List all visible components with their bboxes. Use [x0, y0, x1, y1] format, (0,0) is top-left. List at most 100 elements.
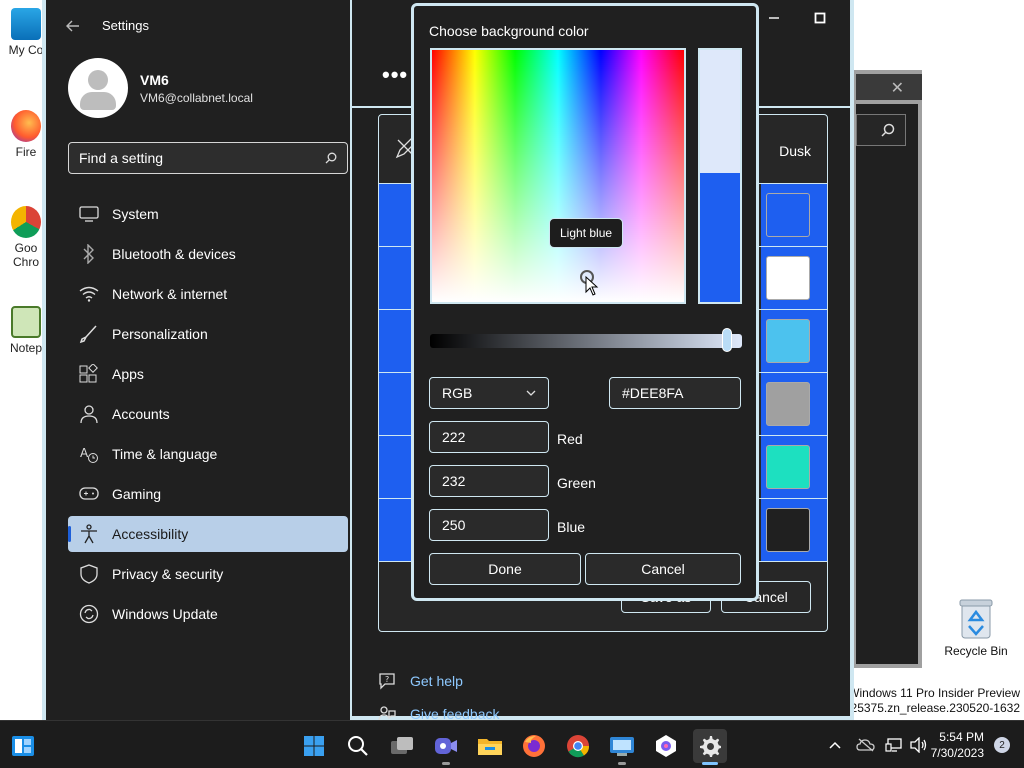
color-swatch-selected-text[interactable] — [766, 445, 810, 489]
onedrive-button[interactable] — [851, 738, 881, 752]
firefox-icon — [11, 110, 41, 142]
chrome-button[interactable] — [561, 729, 595, 763]
system-tray: 5:54 PM 7/30/2023 2 — [819, 721, 1024, 768]
windows-start-icon — [304, 736, 324, 756]
sidebar-item-label: Network & internet — [112, 286, 228, 302]
sidebar-item-personalization[interactable]: Personalization — [68, 316, 348, 352]
ethernet-icon — [885, 738, 902, 752]
clock[interactable]: 5:54 PM 7/30/2023 — [931, 729, 984, 761]
brightness-slider[interactable] — [430, 334, 742, 348]
color-swatch-text[interactable] — [766, 193, 810, 237]
chrome-icon — [567, 735, 590, 758]
sidebar-item-label: Time & language — [112, 446, 218, 462]
sidebar-item-label: Personalization — [112, 326, 208, 342]
back-arrow-icon[interactable] — [66, 20, 80, 32]
watermark-line: Windows 11 Pro Insider Preview — [848, 686, 1020, 700]
cancel-button[interactable]: Cancel — [585, 553, 741, 585]
sidebar-item-label: System — [112, 206, 159, 222]
show-hidden-icons-button[interactable] — [819, 741, 851, 749]
settings-taskbar-button[interactable] — [693, 729, 727, 765]
sidebar-item-accounts[interactable]: Accounts — [68, 396, 348, 432]
taskbar: 5:54 PM 7/30/2023 2 — [0, 720, 1024, 768]
get-help-label: Get help — [410, 672, 463, 689]
sidebar-item-network[interactable]: Network & internet — [68, 276, 348, 312]
search-icon — [881, 123, 895, 137]
minimize-button[interactable] — [764, 8, 784, 28]
mouse-cursor-icon — [585, 276, 599, 296]
bluetooth-icon — [78, 243, 100, 265]
sidebar-item-time-language[interactable]: A Time & language — [68, 436, 348, 472]
teams-button[interactable] — [429, 729, 463, 765]
green-input[interactable]: 232 — [429, 465, 549, 497]
brush-icon — [78, 323, 100, 345]
sidebar-item-apps[interactable]: Apps — [68, 356, 348, 392]
color-mode-dropdown[interactable]: RGB — [429, 377, 549, 409]
task-view-icon — [391, 737, 413, 754]
task-view-button[interactable] — [385, 729, 419, 763]
background-window-titlebar[interactable]: ✕ — [856, 74, 922, 104]
file-explorer-button[interactable] — [473, 729, 507, 763]
more-options-button[interactable]: ••• — [382, 62, 408, 88]
firefox-button[interactable] — [517, 729, 551, 763]
user-profile[interactable]: VM6 VM6@collabnet.local — [68, 58, 253, 118]
blue-value: 250 — [442, 517, 466, 533]
blue-label: Blue — [557, 519, 586, 535]
background-window-search[interactable] — [856, 114, 906, 146]
sidebar-item-label: Windows Update — [112, 606, 218, 622]
red-input[interactable]: 222 — [429, 421, 549, 453]
control-panel-button[interactable] — [605, 729, 639, 765]
sidebar-item-bluetooth[interactable]: Bluetooth & devices — [68, 236, 348, 272]
notification-badge[interactable]: 2 — [994, 737, 1010, 753]
chrome-icon — [11, 206, 41, 238]
running-indicator — [618, 762, 626, 765]
brightness-slider-thumb[interactable] — [722, 328, 732, 352]
get-help-link[interactable]: ? Get help — [378, 664, 500, 697]
sidebar-item-accessibility[interactable]: Accessibility — [68, 516, 348, 552]
network-button[interactable] — [881, 737, 907, 753]
done-button[interactable]: Done — [429, 553, 581, 585]
window-title: Settings — [102, 18, 149, 33]
color-spectrum[interactable]: Light blue — [430, 48, 686, 304]
widgets-icon — [12, 736, 34, 756]
hex-input[interactable]: #DEE8FA — [609, 377, 741, 409]
background-window[interactable]: ✕ — [852, 70, 922, 668]
sidebar-item-label: Apps — [112, 366, 144, 382]
copilot-button[interactable] — [649, 729, 683, 763]
close-icon[interactable]: ✕ — [891, 78, 904, 98]
blue-input[interactable]: 250 — [429, 509, 549, 541]
settings-gear-icon — [700, 736, 721, 757]
color-swatch-hyperlink[interactable] — [766, 319, 810, 363]
widgets-button[interactable] — [6, 729, 40, 763]
close-icon — [860, 12, 872, 24]
close-button[interactable] — [856, 8, 876, 28]
recycle-bin-icon — [959, 598, 993, 640]
red-value: 222 — [442, 429, 466, 445]
os-watermark: Windows 11 Pro Insider Preview d 25375.z… — [841, 686, 1020, 716]
search-icon — [325, 152, 337, 164]
sidebar-item-system[interactable]: System — [68, 196, 348, 232]
volume-button[interactable] — [907, 737, 931, 753]
color-swatch-background[interactable] — [766, 256, 810, 300]
sidebar-item-gaming[interactable]: Gaming — [68, 476, 348, 512]
chevron-down-icon — [526, 390, 536, 396]
settings-nav: System Bluetooth & devices Network & int… — [68, 196, 348, 636]
color-swatch-button-text[interactable] — [766, 508, 810, 552]
new-color-preview — [700, 50, 740, 174]
search-button[interactable] — [341, 729, 375, 763]
maximize-button[interactable] — [810, 8, 830, 28]
sidebar-item-privacy[interactable]: Privacy & security — [68, 556, 348, 592]
color-swatch-inactive-text[interactable] — [766, 382, 810, 426]
settings-titlebar: Settings — [66, 18, 149, 33]
color-picker-dialog: Choose background color Light blue RGB #… — [411, 3, 759, 601]
start-button[interactable] — [297, 729, 331, 763]
sidebar-item-label: Accessibility — [112, 526, 189, 542]
sidebar-item-windows-update[interactable]: Windows Update — [68, 596, 348, 632]
globe-clock-icon: A — [78, 443, 100, 465]
hex-value: #DEE8FA — [622, 385, 684, 401]
find-setting-input[interactable]: Find a setting — [68, 142, 348, 174]
profile-email: VM6@collabnet.local — [140, 90, 253, 105]
sidebar-item-label: Privacy & security — [112, 566, 224, 582]
desktop-icon-recycle-bin[interactable]: Recycle Bin — [940, 598, 1012, 658]
notepad-icon — [11, 306, 41, 338]
copilot-icon — [656, 735, 676, 757]
